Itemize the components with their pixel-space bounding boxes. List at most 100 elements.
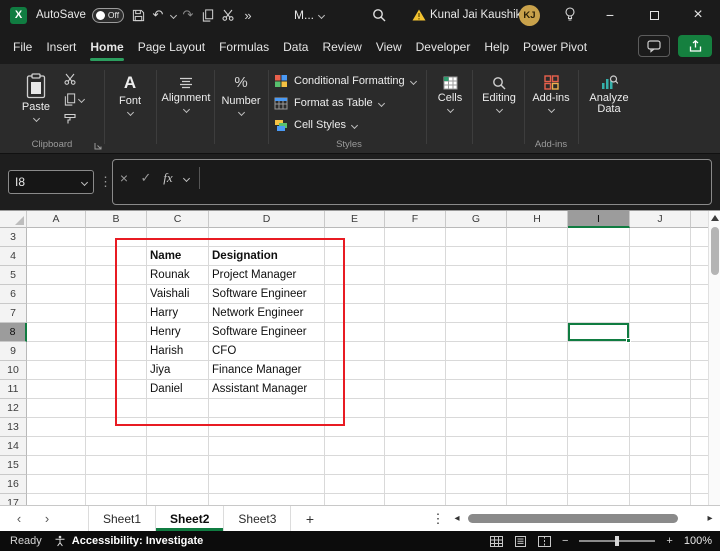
- add-ins-button[interactable]: Add-ins: [528, 68, 574, 112]
- vertical-scrollbar[interactable]: [708, 211, 720, 505]
- chevron-down-icon[interactable]: [179, 166, 193, 190]
- cell-H13[interactable]: [507, 418, 568, 437]
- cell-I6[interactable]: [568, 285, 630, 304]
- menu-tab-review[interactable]: Review: [315, 30, 368, 64]
- alignment-button[interactable]: Alignment: [160, 68, 212, 112]
- cell-H17[interactable]: [507, 494, 568, 505]
- column-header-J[interactable]: J: [630, 211, 691, 228]
- column-header-D[interactable]: D: [209, 211, 325, 228]
- more-commands-icon[interactable]: »: [238, 5, 258, 25]
- cell-B16[interactable]: [86, 475, 147, 494]
- cell-C15[interactable]: [147, 456, 209, 475]
- vertical-scroll-thumb[interactable]: [711, 227, 719, 275]
- cell-J12[interactable]: [630, 399, 691, 418]
- horizontal-scroll-thumb[interactable]: [468, 514, 678, 523]
- cell-E9[interactable]: [325, 342, 385, 361]
- row-header-15[interactable]: 15: [0, 456, 27, 475]
- prev-sheet-icon[interactable]: ‹: [8, 506, 30, 531]
- normal-view-icon[interactable]: [490, 536, 503, 547]
- cell-D12[interactable]: [209, 399, 325, 418]
- number-button[interactable]: % Number: [218, 68, 264, 115]
- excel-app-icon[interactable]: X: [10, 0, 27, 30]
- menu-tab-formulas[interactable]: Formulas: [212, 30, 276, 64]
- cell-B11[interactable]: [86, 380, 147, 399]
- autosave-control[interactable]: AutoSave Off: [36, 0, 124, 30]
- column-header-F[interactable]: F: [385, 211, 446, 228]
- cell-G11[interactable]: [446, 380, 507, 399]
- user-name[interactable]: Kunal Jai Kaushik: [430, 0, 521, 30]
- cell-J8[interactable]: [630, 323, 691, 342]
- cell-G6[interactable]: [446, 285, 507, 304]
- cell-H4[interactable]: [507, 247, 568, 266]
- row-header-6[interactable]: 6: [0, 285, 27, 304]
- cell-H9[interactable]: [507, 342, 568, 361]
- format-painter-icon[interactable]: [64, 113, 76, 125]
- cell-G17[interactable]: [446, 494, 507, 505]
- cell-J13[interactable]: [630, 418, 691, 437]
- cell-J14[interactable]: [630, 437, 691, 456]
- cell-I15[interactable]: [568, 456, 630, 475]
- cell-H8[interactable]: [507, 323, 568, 342]
- paste-button[interactable]: Paste: [12, 68, 60, 121]
- cell-F3[interactable]: [385, 228, 446, 247]
- cell-G14[interactable]: [446, 437, 507, 456]
- cell-B4[interactable]: [86, 247, 147, 266]
- cell-G4[interactable]: [446, 247, 507, 266]
- cell-J3[interactable]: [630, 228, 691, 247]
- cell-I17[interactable]: [568, 494, 630, 505]
- cell-C17[interactable]: [147, 494, 209, 505]
- cell-E3[interactable]: [325, 228, 385, 247]
- cell-F16[interactable]: [385, 475, 446, 494]
- cell-A3[interactable]: [27, 228, 86, 247]
- cell-B15[interactable]: [86, 456, 147, 475]
- avatar[interactable]: KJ: [519, 0, 540, 30]
- cell-H12[interactable]: [507, 399, 568, 418]
- clipboard-dialog-launcher-icon[interactable]: [94, 142, 102, 150]
- copy-icon[interactable]: [198, 5, 218, 25]
- row-header-14[interactable]: 14: [0, 437, 27, 456]
- close-button[interactable]: ×: [676, 0, 720, 30]
- sheet-tab-sheet2[interactable]: Sheet2: [156, 506, 224, 531]
- cell-J15[interactable]: [630, 456, 691, 475]
- cell-E5[interactable]: [325, 266, 385, 285]
- cell-D16[interactable]: [209, 475, 325, 494]
- cell-B10[interactable]: [86, 361, 147, 380]
- cell-B17[interactable]: [86, 494, 147, 505]
- scroll-left-icon[interactable]: ◂: [450, 513, 464, 524]
- font-button[interactable]: A Font: [108, 68, 152, 115]
- cell-I3[interactable]: [568, 228, 630, 247]
- cell-D17[interactable]: [209, 494, 325, 505]
- cell-A15[interactable]: [27, 456, 86, 475]
- cell-G5[interactable]: [446, 266, 507, 285]
- cell-J5[interactable]: [630, 266, 691, 285]
- cell-I16[interactable]: [568, 475, 630, 494]
- cell-I4[interactable]: [568, 247, 630, 266]
- cell-A10[interactable]: [27, 361, 86, 380]
- cell-A4[interactable]: [27, 247, 86, 266]
- sheet-tab-sheet1[interactable]: Sheet1: [88, 506, 156, 531]
- cell-B14[interactable]: [86, 437, 147, 456]
- maximize-button[interactable]: [632, 0, 676, 30]
- formula-input[interactable]: [204, 160, 711, 204]
- cell-G7[interactable]: [446, 304, 507, 323]
- cell-F15[interactable]: [385, 456, 446, 475]
- cell-I14[interactable]: [568, 437, 630, 456]
- cell-G9[interactable]: [446, 342, 507, 361]
- cell-A8[interactable]: [27, 323, 86, 342]
- cell-G13[interactable]: [446, 418, 507, 437]
- cell-E8[interactable]: [325, 323, 385, 342]
- column-header-B[interactable]: B: [86, 211, 147, 228]
- column-header-H[interactable]: H: [507, 211, 568, 228]
- menu-tab-help[interactable]: Help: [477, 30, 516, 64]
- autosave-toggle[interactable]: Off: [92, 8, 124, 23]
- cell-J9[interactable]: [630, 342, 691, 361]
- scroll-right-icon[interactable]: ▸: [703, 513, 717, 524]
- cell-I11[interactable]: [568, 380, 630, 399]
- cell-A9[interactable]: [27, 342, 86, 361]
- menu-tab-power-pivot[interactable]: Power Pivot: [516, 30, 594, 64]
- cell-H5[interactable]: [507, 266, 568, 285]
- cell-E14[interactable]: [325, 437, 385, 456]
- enter-icon[interactable]: ✓: [135, 166, 157, 190]
- zoom-level[interactable]: 100%: [684, 535, 712, 547]
- cell-A6[interactable]: [27, 285, 86, 304]
